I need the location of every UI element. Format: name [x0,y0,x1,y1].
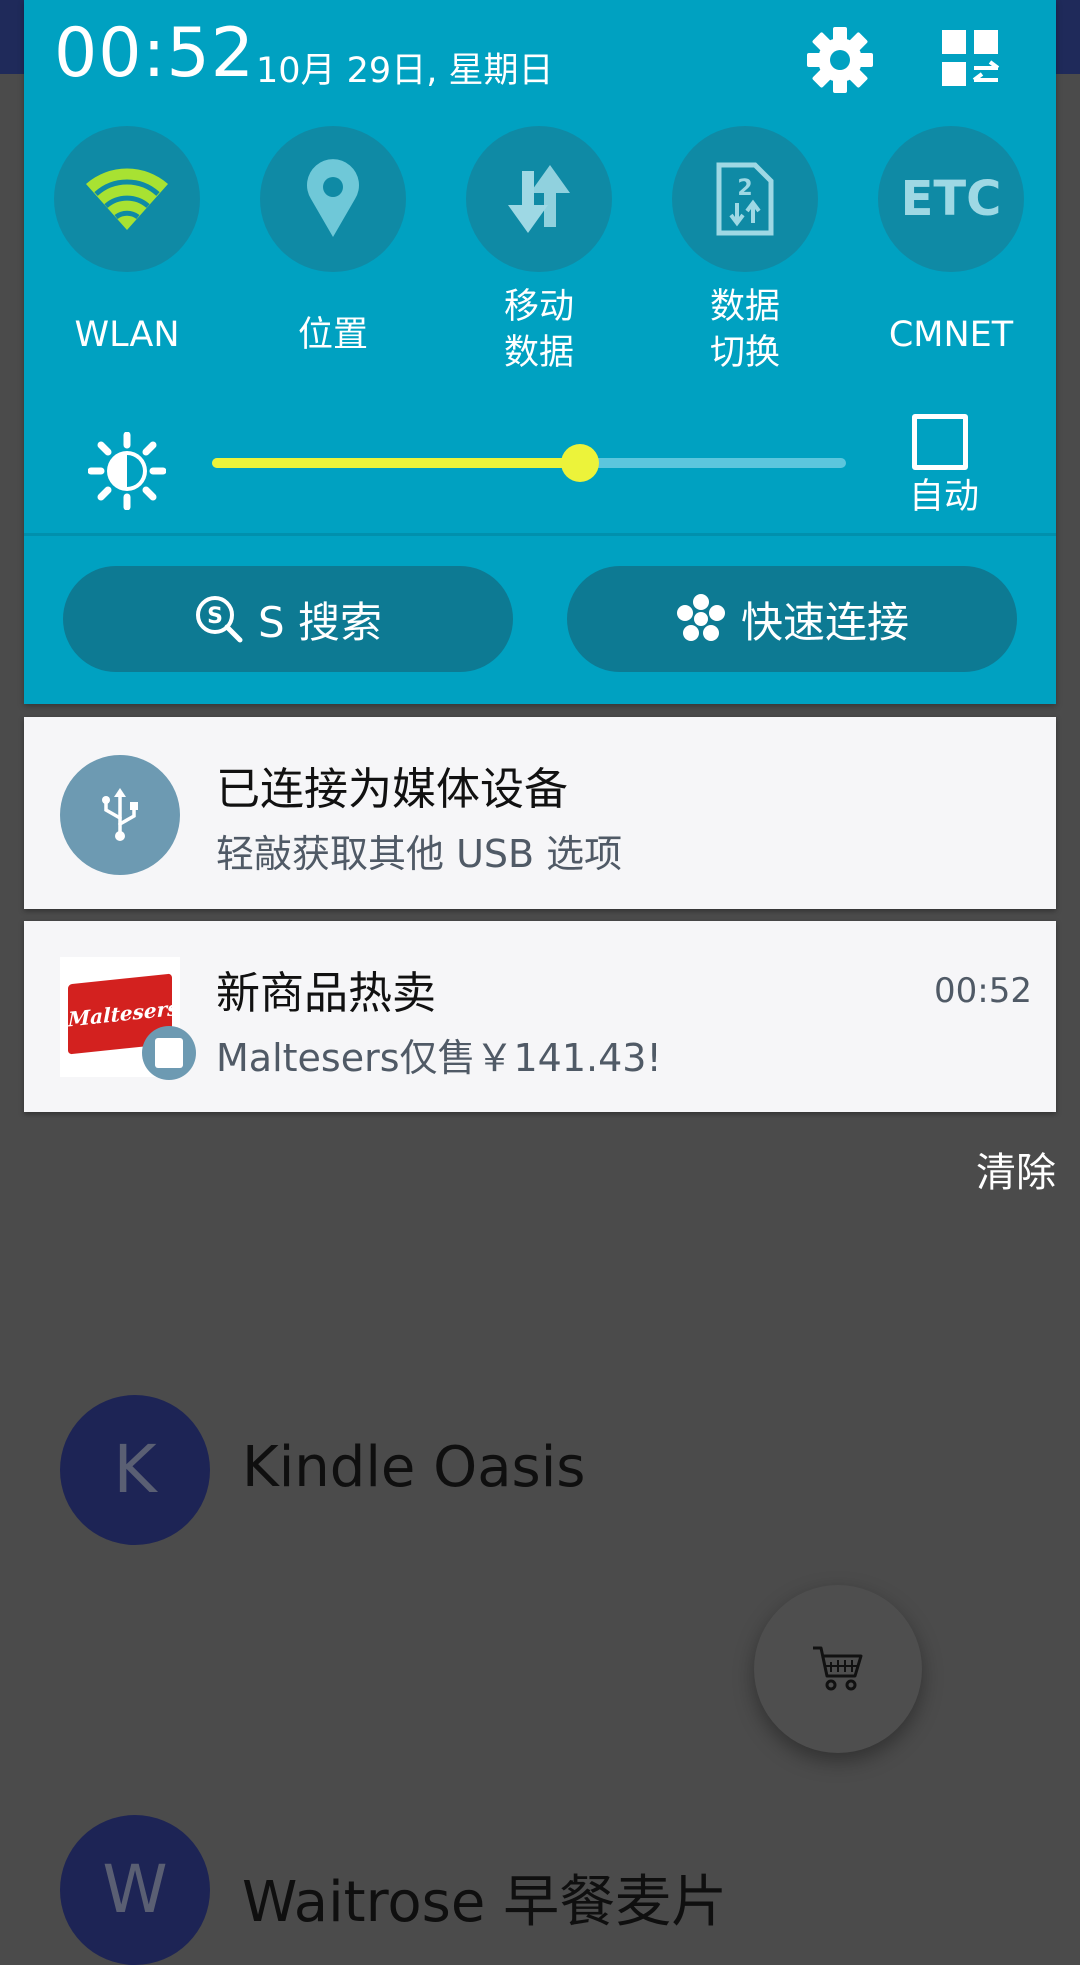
brightness-slider[interactable] [212,444,846,482]
clear-button[interactable]: 清除 [976,1140,1056,1198]
auto-brightness-label: 自动 [908,477,979,517]
quick-connect-icon [676,594,725,641]
list-item[interactable]: W Waitrose 早餐麦片 [0,1815,1080,1965]
sim-switch-icon: 2 [716,162,774,236]
usb-icon [60,755,180,875]
svg-text:2: 2 [737,176,752,201]
notification-promo[interactable]: Maltesers 新商品热卖 Maltesers仅售￥141.43! 00:5… [24,921,1056,1112]
svg-text:S: S [207,604,223,629]
shopping-cart-icon [813,1646,863,1691]
auto-brightness-checkbox[interactable] [912,414,968,470]
clock: 00:52 [54,14,255,93]
notification-text: Maltesers仅售￥141.43! [216,1036,662,1080]
toggle-label: WLAN [74,315,180,355]
wifi-icon [86,168,168,230]
toggle-label: 位置 [297,315,368,355]
toggle-data-switch[interactable]: 2 数据 切换 [672,126,818,376]
s-search-label: S 搜索 [257,597,382,647]
list-item-title: Waitrose 早餐麦片 [242,1870,728,1935]
toggle-cmnet[interactable]: ETC CMNET [878,126,1024,358]
quick-settings-panel: 00:52 10月 29日, 星期日 WLAN 位置 移动 数据 2 数据 切换… [24,0,1056,704]
notification-text: 轻敲获取其他 USB 选项 [216,832,623,876]
cart-button[interactable] [754,1585,922,1753]
notification-title: 已连接为媒体设备 [216,764,568,815]
avatar: K [60,1395,210,1545]
brightness-slider-thumb[interactable] [560,444,599,482]
notification-time: 00:52 [934,971,1032,1011]
divider [24,533,1056,536]
s-search-icon: S [195,596,243,643]
list-item-title: Kindle Oasis [242,1435,586,1500]
s-search-button[interactable]: S S 搜索 [63,566,513,672]
mobile-data-icon [508,165,570,233]
toggle-label: CMNET [888,315,1014,355]
quick-connect-label: 快速连接 [740,597,909,647]
edit-grid-icon[interactable] [936,24,1008,96]
toggle-wlan[interactable]: WLAN [54,126,200,358]
toggle-mobile-data[interactable]: 移动 数据 [466,126,612,376]
location-icon [307,159,359,237]
toggle-label: 数据 切换 [709,287,780,373]
toggle-location[interactable]: 位置 [260,126,406,358]
brightness-icon [88,432,166,510]
notification-title: 新商品热卖 [216,968,436,1019]
brightness-slider-fill [212,458,580,468]
notification-usb[interactable]: 已连接为媒体设备 轻敲获取其他 USB 选项 [24,717,1056,909]
list-item[interactable]: K Kindle Oasis [0,1395,1080,1545]
toggle-label: 移动 数据 [503,287,574,373]
etc-icon: ETC [900,171,1002,227]
date: 10月 29日, 星期日 [256,51,554,91]
avatar: W [60,1815,210,1965]
app-badge-icon [142,1026,196,1080]
quick-connect-button[interactable]: 快速连接 [567,566,1017,672]
settings-gear-icon[interactable] [804,24,876,96]
